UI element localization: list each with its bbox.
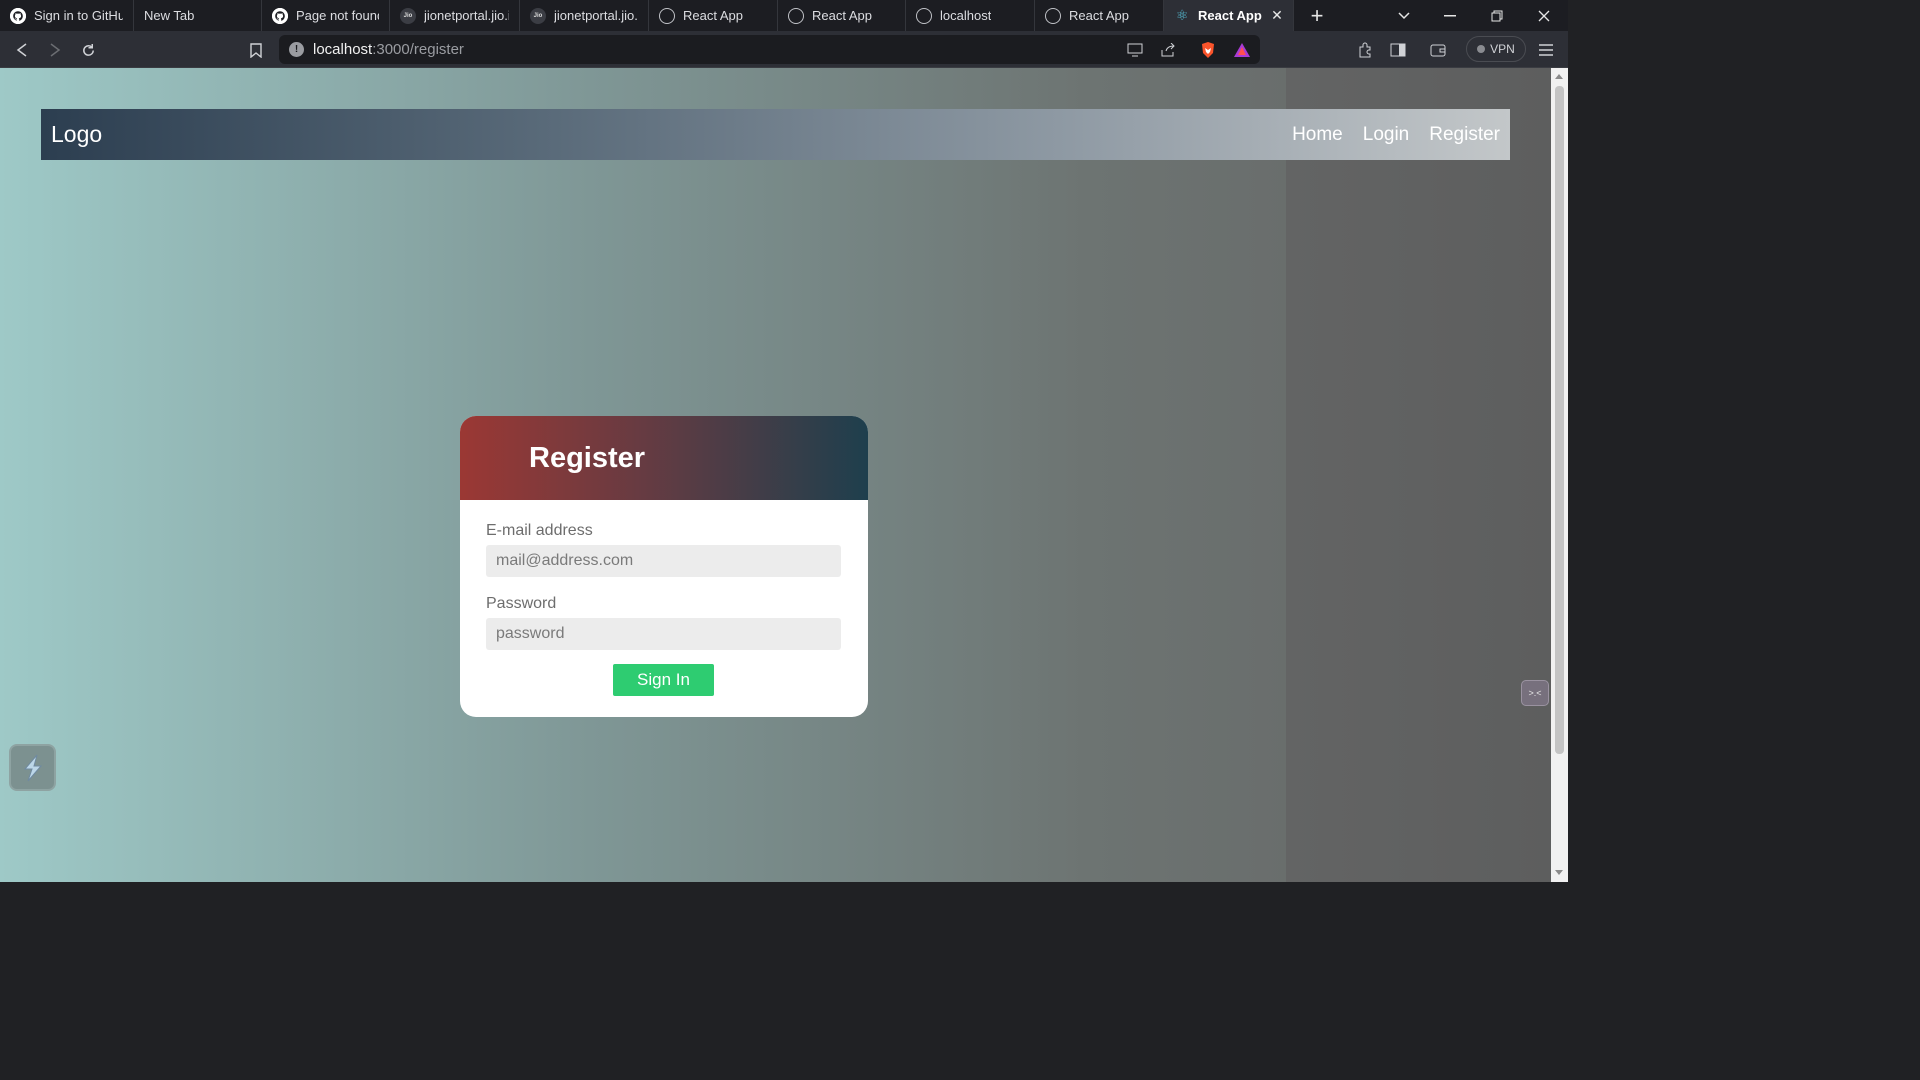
github-icon (10, 7, 26, 24)
tab-title: React App (683, 8, 743, 23)
card-header: Register (460, 416, 868, 500)
navbar: Logo Home Login Register (41, 109, 1510, 160)
side-panel-toggle[interactable]: >.< (1521, 680, 1549, 706)
puzzle-icon (1359, 42, 1371, 58)
address-bar[interactable]: ! localhost:3000/register (279, 35, 1260, 64)
browser-toolbar: ! localhost:3000/register VPN (0, 31, 1568, 68)
site-logo[interactable]: Logo (51, 121, 102, 148)
tab-title: localhost (940, 8, 992, 23)
password-label: Password (486, 595, 557, 612)
close-icon (1538, 10, 1550, 21)
forward-arrow-icon (50, 43, 61, 57)
tab-localhost[interactable]: localhost (906, 0, 1035, 31)
tab-react-app-active[interactable]: ⚛ React App ✕ (1164, 0, 1294, 31)
background-shade (1286, 68, 1551, 882)
brave-rewards-button[interactable] (1230, 38, 1254, 62)
tab-page-not-found[interactable]: Page not found · GitHub (262, 0, 390, 31)
reload-button[interactable] (76, 38, 100, 62)
code-icon: >.< (1528, 688, 1542, 698)
nav-link-login[interactable]: Login (1363, 124, 1410, 146)
page-viewport: Logo Home Login Register Register E-mail… (0, 68, 1551, 882)
tab-new-tab[interactable]: New Tab (134, 0, 262, 31)
globe-icon (659, 7, 675, 24)
tab-title: React App (1069, 8, 1129, 23)
install-app-button[interactable] (1123, 38, 1147, 62)
reload-icon (82, 43, 94, 56)
vpn-button[interactable]: VPN (1466, 36, 1526, 62)
sign-in-button[interactable]: Sign In (613, 664, 714, 696)
tab-jionetportal-1[interactable]: Jio jionetportal.jio.in (390, 0, 520, 31)
lightning-slash-icon (23, 754, 42, 781)
password-field[interactable] (486, 618, 841, 650)
install-icon (1127, 43, 1143, 57)
wallet-button[interactable] (1426, 38, 1450, 62)
tab-title: Page not found · GitHub (296, 8, 379, 23)
tab-react-app-2[interactable]: React App (778, 0, 906, 31)
tab-github-signin[interactable]: Sign in to GitHub (0, 0, 134, 31)
email-label: E-mail address (486, 522, 593, 539)
close-window-button[interactable] (1521, 0, 1567, 31)
tab-strip: Sign in to GitHub New Tab Page not found… (0, 0, 1568, 31)
close-tab-icon[interactable]: ✕ (1269, 7, 1285, 23)
github-icon (272, 7, 288, 24)
brave-shields-button[interactable] (1196, 38, 1220, 62)
card-title: Register (529, 441, 646, 474)
minimize-icon (1444, 14, 1456, 16)
tab-title: jionetportal.jio.in (554, 8, 638, 23)
scroll-down-arrow-icon[interactable] (1555, 870, 1563, 875)
restore-icon (1491, 10, 1503, 21)
tab-search-button[interactable] (1381, 0, 1427, 31)
back-button[interactable] (10, 38, 34, 62)
url-path: :3000/register (372, 41, 464, 58)
react-icon: ⚛ (1175, 7, 1189, 23)
minimize-button[interactable] (1427, 0, 1473, 31)
forward-button[interactable] (43, 38, 67, 62)
register-card: Register E-mail address Password Sign In (460, 416, 868, 717)
menu-button[interactable] (1534, 38, 1558, 62)
page-scrollbar[interactable] (1551, 68, 1568, 882)
restore-button[interactable] (1474, 0, 1520, 31)
bookmark-button[interactable] (244, 38, 268, 62)
jio-icon: Jio (530, 7, 546, 24)
bookmark-icon (250, 42, 262, 58)
tab-title: React App (812, 8, 872, 23)
rewards-triangle-icon (1234, 43, 1250, 57)
extension-widget-button[interactable] (9, 744, 56, 791)
tab-jionetportal-2[interactable]: Jio jionetportal.jio.in (520, 0, 649, 31)
share-button[interactable] (1156, 38, 1180, 62)
brave-lion-icon (1202, 42, 1214, 58)
scroll-up-arrow-icon[interactable] (1555, 74, 1563, 79)
sidebar-icon (1390, 43, 1406, 57)
url-host: localhost (313, 41, 373, 58)
tab-title: Sign in to GitHub (34, 8, 123, 23)
scrollbar-thumb[interactable] (1555, 86, 1564, 754)
nav-link-home[interactable]: Home (1292, 124, 1343, 146)
email-field[interactable] (486, 545, 841, 577)
tab-title: React App (1198, 8, 1262, 23)
site-info-icon[interactable]: ! (289, 42, 304, 57)
nav-link-register[interactable]: Register (1429, 124, 1500, 146)
tab-title: New Tab (144, 8, 195, 23)
extensions-button[interactable] (1353, 38, 1377, 62)
tab-react-app-3[interactable]: React App (1035, 0, 1164, 31)
share-icon (1161, 43, 1175, 57)
tab-title: jionetportal.jio.in (424, 8, 509, 23)
wallet-icon (1430, 44, 1446, 57)
tab-react-app-1[interactable]: React App (649, 0, 778, 31)
globe-icon (1045, 7, 1061, 24)
globe-icon (916, 7, 932, 24)
vpn-status-dot (1477, 45, 1486, 53)
new-tab-button[interactable]: + (1296, 0, 1338, 31)
chevron-down-icon (1398, 11, 1410, 19)
back-arrow-icon (16, 43, 27, 57)
nav-links: Home Login Register (1292, 124, 1500, 146)
vpn-label: VPN (1490, 42, 1515, 56)
jio-icon: Jio (400, 7, 416, 24)
sidebar-button[interactable] (1386, 38, 1410, 62)
globe-icon (788, 7, 804, 24)
register-form: E-mail address Password (460, 500, 868, 650)
hamburger-menu-icon (1539, 44, 1553, 56)
